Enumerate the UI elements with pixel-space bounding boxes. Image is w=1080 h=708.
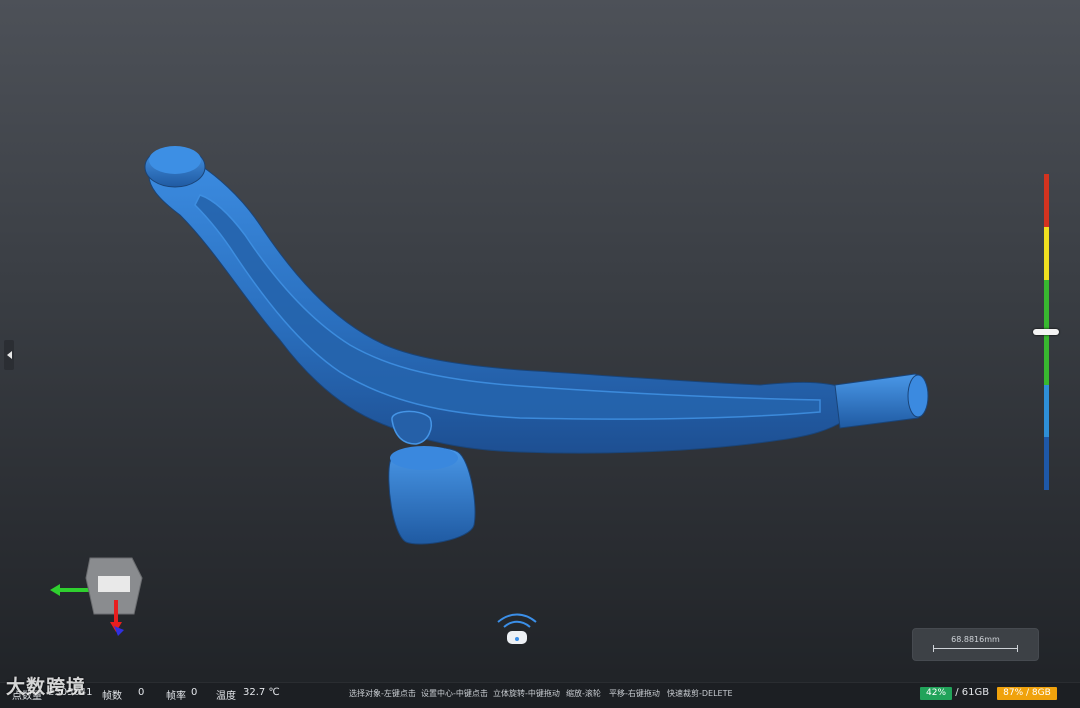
scanner-wifi-icon[interactable] (494, 612, 540, 648)
hint-zoom: 缩放-滚轮 (566, 689, 601, 698)
fps-label: 帧率 (166, 691, 186, 702)
watermark-logo: 大数跨境 (6, 676, 87, 698)
memory-usage-badge: 87% / 8GB (997, 687, 1057, 700)
left-panel-toggle-button[interactable] (4, 340, 14, 370)
color-bar-light-blue (1044, 385, 1049, 437)
disk-total: / 61GB (955, 687, 990, 698)
frame-count-label: 帧数 (102, 691, 122, 702)
temperature-value: 32.7 ℃ (243, 687, 280, 698)
scale-line (933, 645, 1018, 652)
3d-viewport[interactable]: 68.8816mm (0, 0, 1080, 682)
hint-quick-crop: 快速裁剪-DELETE (667, 689, 733, 698)
hint-rotate: 立体旋转-中键拖动 (493, 689, 560, 698)
frame-count-value: 0 (138, 687, 145, 698)
hint-set-center: 设置中心-中键点击 (421, 689, 488, 698)
cube-front-face (98, 576, 130, 592)
color-bar-slider-handle[interactable] (1033, 329, 1059, 335)
y-axis-arrowhead-icon (50, 584, 60, 596)
color-bar-dark-blue (1044, 437, 1049, 490)
color-bar-yellow (1044, 227, 1049, 280)
scale-label: 68.8816mm (951, 635, 1000, 644)
disk-usage-badge: 42% (920, 687, 953, 700)
fps-value: 0 (191, 687, 198, 698)
temperature-label: 温度 (216, 691, 236, 702)
color-bar-red (1044, 174, 1049, 227)
hint-pan: 平移-右键拖动 (609, 689, 660, 698)
orientation-axis-widget[interactable] (40, 548, 160, 638)
scanned-control-arm-model[interactable] (0, 0, 1080, 682)
scale-indicator: 68.8816mm (912, 628, 1039, 661)
status-bar: 点数量 2305641 帧数 0 帧率 0 温度 32.7 ℃ 选择对象-左键点… (0, 682, 1080, 708)
memory-usage: 87% / 8GB (997, 687, 1057, 700)
hint-select: 选择对象-左键点击 (349, 689, 416, 698)
disk-usage: 42% / 61GB (920, 687, 989, 700)
arrow-left-icon (6, 351, 12, 359)
